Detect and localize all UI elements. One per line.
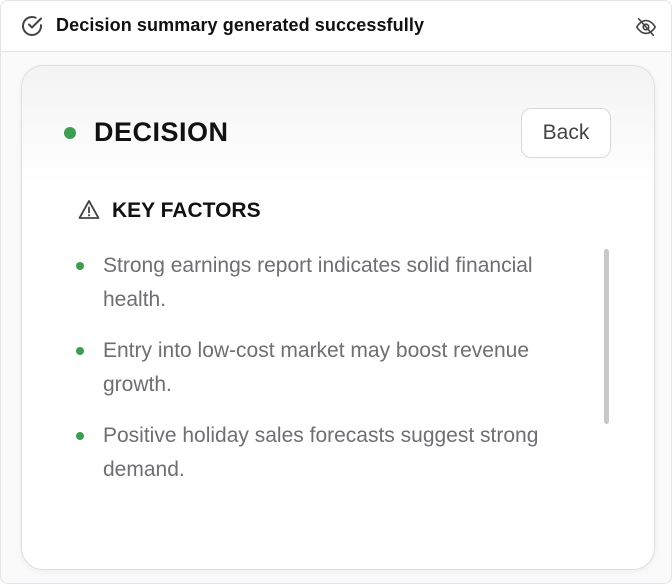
- key-factor-text: Positive holiday sales forecasts suggest…: [103, 424, 539, 481]
- check-circle-icon: [20, 14, 44, 38]
- app-frame: Decision summary generated successfully …: [0, 0, 672, 584]
- decision-card: DECISION Back KEY FACTORS Strong earning…: [21, 65, 655, 570]
- eye-off-icon[interactable]: [635, 16, 657, 38]
- list-item: Strong earnings report indicates solid f…: [76, 249, 596, 317]
- scrollbar-thumb[interactable]: [604, 249, 609, 424]
- notification-bar: Decision summary generated successfully: [1, 1, 671, 52]
- warning-triangle-icon: [77, 198, 101, 222]
- scrollbar[interactable]: [604, 249, 610, 424]
- list-item: Entry into low-cost market may boost rev…: [76, 334, 596, 402]
- bullet-dot: [76, 432, 84, 440]
- bullet-dot: [76, 347, 84, 355]
- key-factor-text: Strong earnings report indicates solid f…: [103, 254, 533, 311]
- decision-title: DECISION: [94, 117, 229, 147]
- decision-status-dot: [64, 127, 76, 139]
- bullet-dot: [76, 262, 84, 270]
- key-factor-text: Entry into low-cost market may boost rev…: [103, 339, 530, 396]
- key-factors-heading: KEY FACTORS: [112, 199, 261, 222]
- key-factors-list: Strong earnings report indicates solid f…: [76, 249, 596, 504]
- back-button[interactable]: Back: [521, 108, 611, 158]
- notification-message: Decision summary generated successfully: [56, 15, 425, 35]
- list-item: Positive holiday sales forecasts suggest…: [76, 419, 596, 487]
